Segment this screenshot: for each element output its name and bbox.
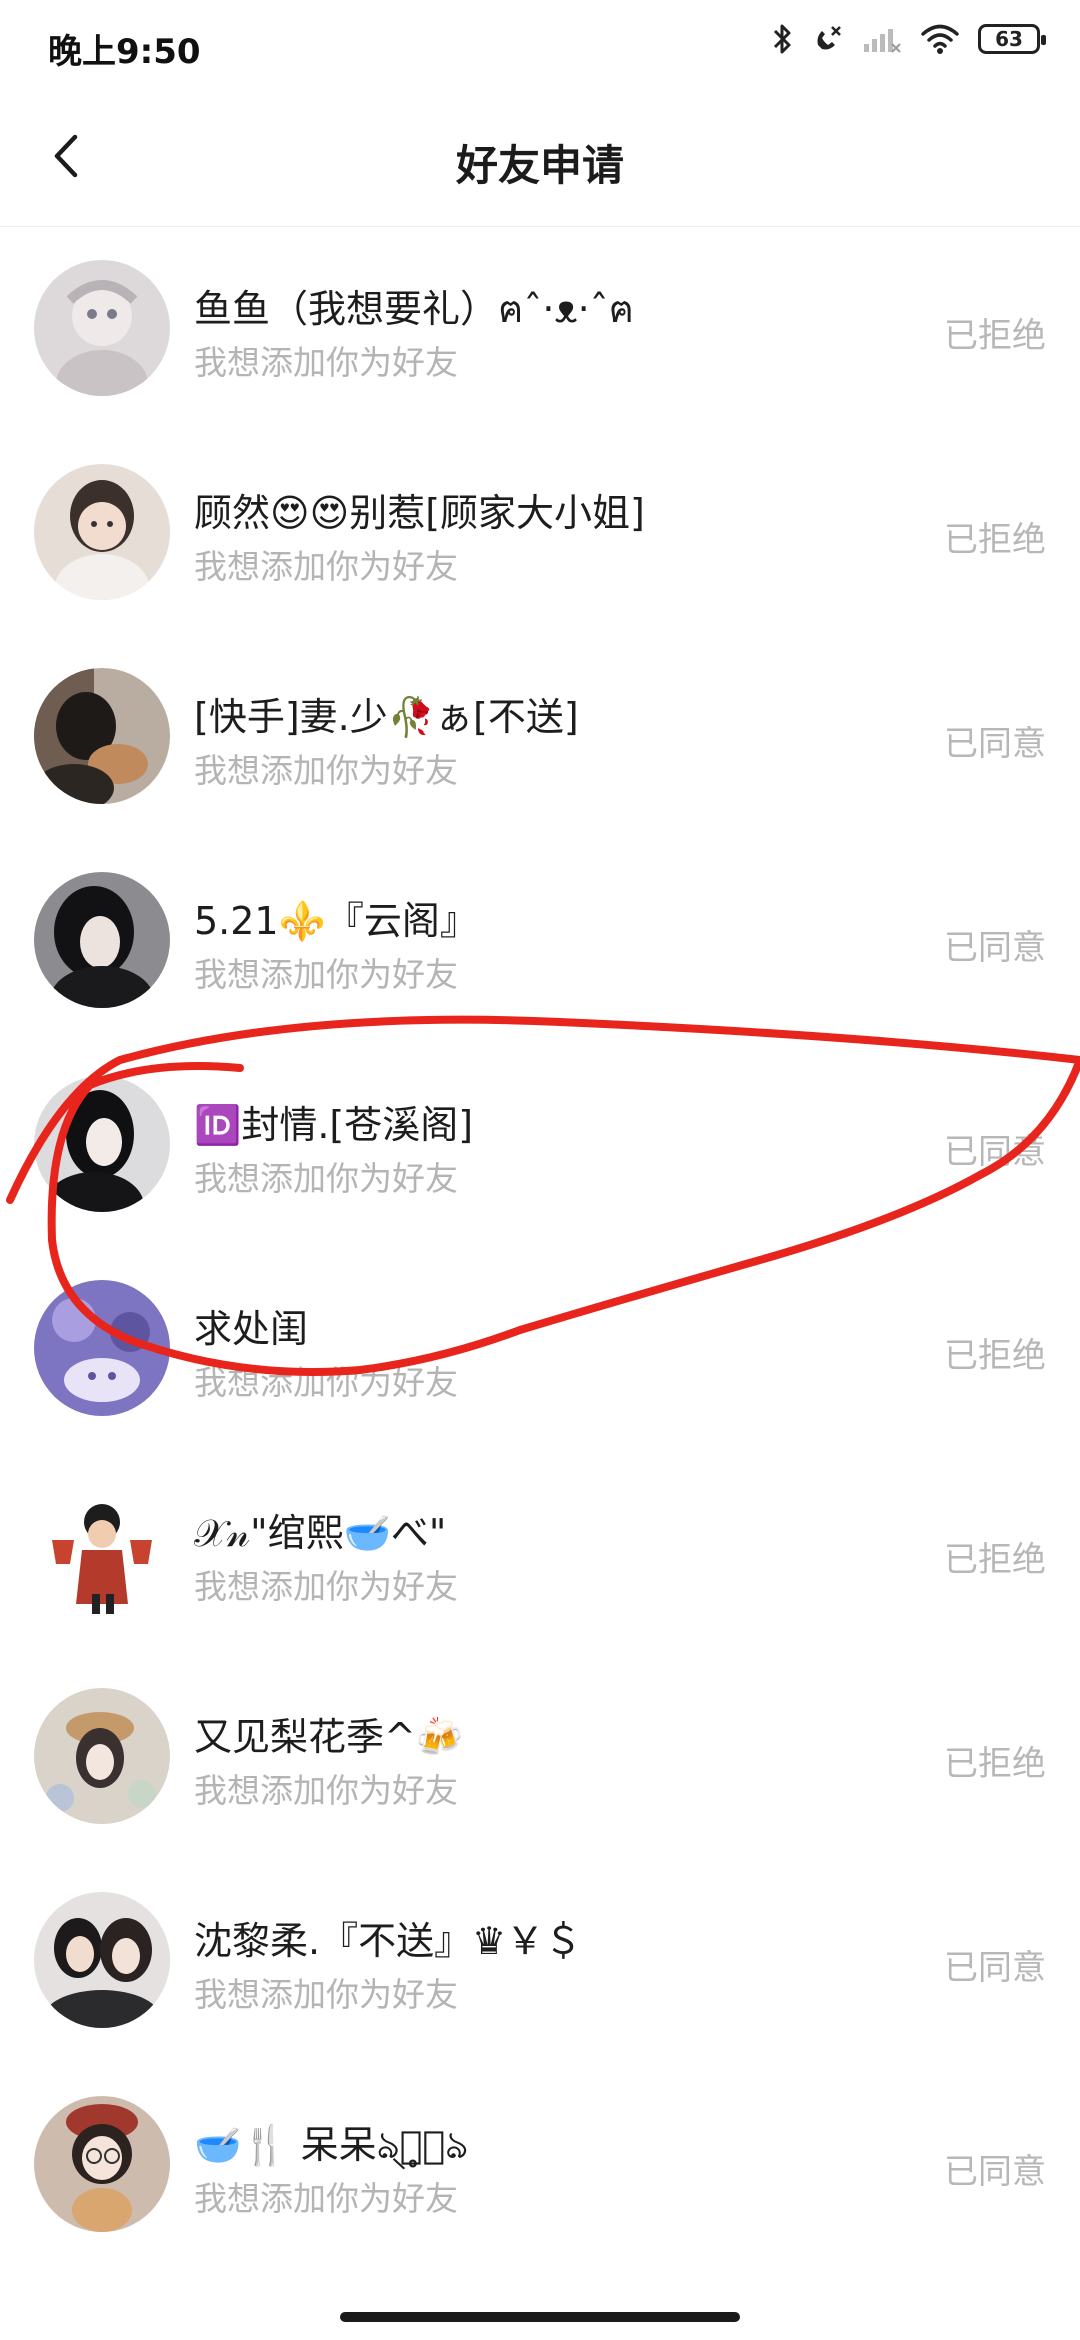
request-message: 我想添加你为好友 xyxy=(194,547,458,586)
request-message: 我想添加你为好友 xyxy=(194,1771,458,1810)
request-status: 已同意 xyxy=(944,724,1046,764)
request-name: [快手]妻.少🥀ぁ[不送] xyxy=(194,695,579,739)
friend-request-item[interactable]: 沈黎柔.『不送』♛￥＄ 我想添加你为好友 已同意 xyxy=(0,1858,1080,2062)
request-message: 我想添加你为好友 xyxy=(194,1159,458,1198)
page-title: 好友申请 xyxy=(455,141,624,190)
request-name: 顾然😍😍别惹[顾家大小姐] xyxy=(194,491,645,535)
friend-request-item[interactable]: 🆔封情.[苍溪阁] 我想添加你为好友 已同意 xyxy=(0,1042,1080,1246)
status-icons: 63 xyxy=(772,22,1046,56)
request-message: 我想添加你为好友 xyxy=(194,751,458,790)
friend-request-item[interactable]: 求处闺 我想添加你为好友 已拒绝 xyxy=(0,1246,1080,1450)
request-status: 已同意 xyxy=(944,1132,1046,1172)
friend-request-item[interactable]: 顾然😍😍别惹[顾家大小姐] 我想添加你为好友 已拒绝 xyxy=(0,430,1080,634)
avatar[interactable] xyxy=(34,1892,170,2028)
avatar[interactable] xyxy=(34,1484,170,1620)
request-status: 已拒绝 xyxy=(944,316,1046,356)
bluetooth-icon xyxy=(772,22,794,56)
friend-request-item[interactable]: 又见梨花季^🍻 我想添加你为好友 已拒绝 xyxy=(0,1654,1080,1858)
request-name: 𝒳𝓃"绾熙🥣べ" xyxy=(194,1511,447,1555)
home-indicator[interactable] xyxy=(340,2312,740,2322)
request-status: 已同意 xyxy=(944,1948,1046,1988)
request-message: 我想添加你为好友 xyxy=(194,1567,458,1606)
request-message: 我想添加你为好友 xyxy=(194,1363,458,1402)
request-status: 已拒绝 xyxy=(944,520,1046,560)
avatar[interactable] xyxy=(34,1688,170,1824)
friend-request-item[interactable]: 𝒳𝓃"绾熙🥣べ" 我想添加你为好友 已拒绝 xyxy=(0,1450,1080,1654)
request-status: 已拒绝 xyxy=(944,1336,1046,1376)
request-status: 已拒绝 xyxy=(944,1540,1046,1580)
battery-indicator: 63 xyxy=(978,24,1046,54)
request-name: 求处闺 xyxy=(194,1307,309,1351)
request-message: 我想添加你为好友 xyxy=(194,343,458,382)
request-status: 已拒绝 xyxy=(944,1744,1046,1784)
avatar[interactable] xyxy=(34,872,170,1008)
request-name: 又见梨花季^🍻 xyxy=(194,1715,464,1759)
friend-request-item[interactable]: 5.21⚜️『云阁』 我想添加你为好友 已同意 xyxy=(0,838,1080,1042)
friend-request-item[interactable]: 鱼鱼（我想要礼）ฅˆ·ᴥ·ˆฅ 我想添加你为好友 已拒绝 xyxy=(0,226,1080,430)
friend-request-list: 鱼鱼（我想要礼）ฅˆ·ᴥ·ˆฅ 我想添加你为好友 已拒绝 顾然😍😍别惹[顾家大小… xyxy=(0,226,1080,2266)
avatar[interactable] xyxy=(34,2096,170,2232)
status-time: 晚上9:50 xyxy=(48,32,201,72)
avatar[interactable] xyxy=(34,260,170,396)
friend-request-item[interactable]: [快手]妻.少🥀ぁ[不送] 我想添加你为好友 已同意 xyxy=(0,634,1080,838)
call-muted-icon xyxy=(812,23,844,55)
request-message: 我想添加你为好友 xyxy=(194,955,458,994)
request-name: 沈黎柔.『不送』♛￥＄ xyxy=(194,1919,583,1963)
request-name: 🆔封情.[苍溪阁] xyxy=(194,1103,474,1147)
request-message: 我想添加你为好友 xyxy=(194,2179,458,2218)
status-bar: 晚上9:50 63 xyxy=(0,0,1080,92)
request-status: 已同意 xyxy=(944,928,1046,968)
request-status: 已同意 xyxy=(944,2152,1046,2192)
request-message: 我想添加你为好友 xyxy=(194,1975,458,2014)
avatar[interactable] xyxy=(34,464,170,600)
avatar[interactable] xyxy=(34,668,170,804)
request-name: 鱼鱼（我想要礼）ฅˆ·ᴥ·ˆฅ xyxy=(194,287,635,331)
avatar[interactable] xyxy=(34,1280,170,1416)
request-name: 🥣🍴 呆呆ঌ্ᩚ̥⃝ঌ xyxy=(194,2123,469,2167)
nav-bar: 好友申请 xyxy=(0,92,1080,227)
request-name: 5.21⚜️『云阁』 xyxy=(194,899,478,943)
wifi-icon xyxy=(920,23,960,55)
friend-request-item[interactable]: 🥣🍴 呆呆ঌ্ᩚ̥⃝ঌ 我想添加你为好友 已同意 xyxy=(0,2062,1080,2266)
signal-icon xyxy=(862,24,902,54)
avatar[interactable] xyxy=(34,1076,170,1212)
